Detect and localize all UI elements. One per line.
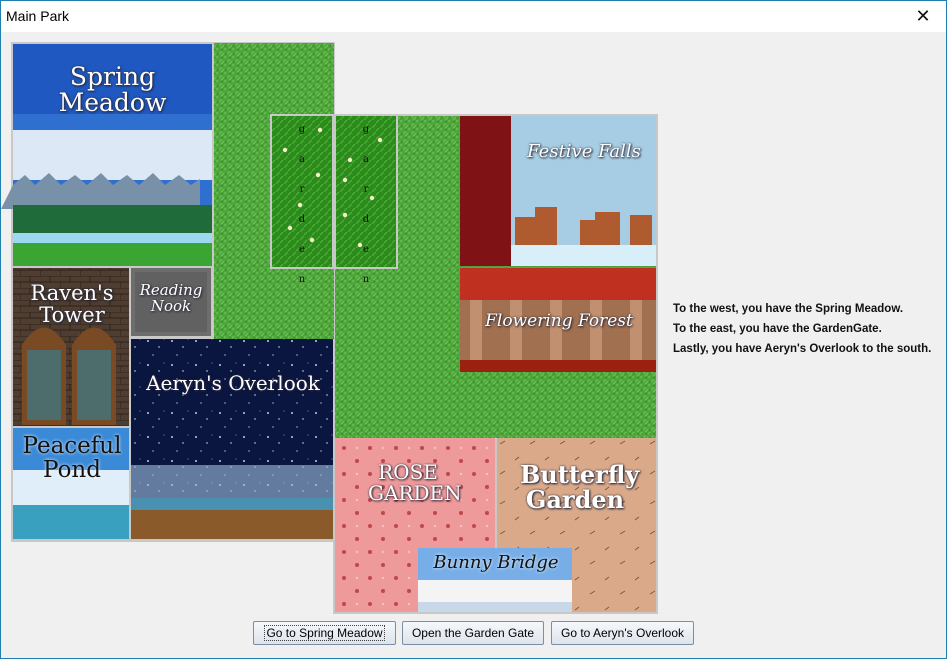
open-garden-gate-label: Open the Garden Gate (411, 626, 535, 640)
description-line-south: Lastly, you have Aeryn's Overlook to the… (673, 343, 932, 355)
aeryns-overlook-label[interactable]: Aeryn's Overlook (134, 373, 332, 394)
gate-letters-right: g a r d e n (362, 124, 370, 285)
festive-falls-label[interactable]: Festive Falls (512, 142, 656, 162)
description-line-west: To the west, you have the Spring Meadow. (673, 303, 904, 315)
festive-falls-tile (511, 116, 656, 266)
peaceful-pond-label[interactable]: Peaceful Pond (14, 434, 130, 482)
bunny-bridge-label[interactable]: Bunny Bridge (420, 553, 572, 573)
flowering-forest-label[interactable]: Flowering Forest (462, 312, 656, 331)
go-spring-meadow-button[interactable]: Go to Spring Meadow (253, 621, 396, 645)
location-description: To the west, you have the Spring Meadow.… (673, 299, 931, 359)
gate-letters-left: g a r d e n (298, 124, 306, 285)
butterfly-garden-label[interactable]: Butterfly Garden (520, 462, 639, 513)
go-aeryns-overlook-label: Go to Aeryn's Overlook (560, 626, 684, 640)
description-line-east: To the east, you have the GardenGate. (673, 323, 882, 335)
aeryns-overlook-tile (131, 339, 333, 539)
go-aeryns-overlook-button[interactable]: Go to Aeryn's Overlook (551, 621, 694, 645)
spring-meadow-label[interactable]: Spring Meadow (30, 63, 195, 117)
go-spring-meadow-label: Go to Spring Meadow (264, 625, 385, 641)
rose-garden-label[interactable]: ROSE GARDEN (368, 462, 462, 504)
ravens-tower-label[interactable]: Raven's Tower (16, 282, 128, 326)
open-garden-gate-button[interactable]: Open the Garden Gate (402, 621, 544, 645)
reading-nook-label[interactable]: Reading Nook (134, 282, 208, 315)
